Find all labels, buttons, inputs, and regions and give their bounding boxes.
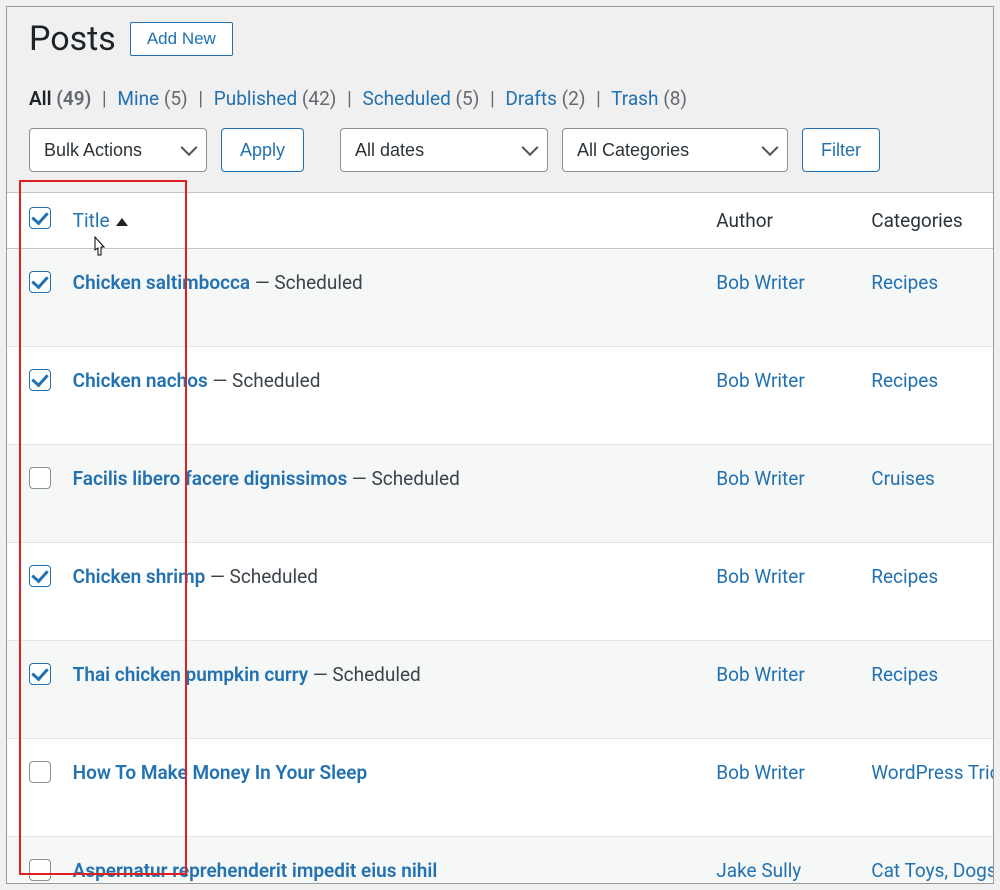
author-link[interactable]: Bob Writer — [716, 565, 805, 588]
post-title-link[interactable]: Chicken saltimbocca — [73, 271, 250, 294]
table-row: Chicken nachos — Scheduled Bob Writer Reci… — [7, 347, 994, 445]
author-link[interactable]: Bob Writer — [716, 663, 805, 686]
category-link[interactable]: Recipes — [871, 565, 938, 588]
post-title-link[interactable]: Chicken nachos — [73, 369, 208, 392]
category-link[interactable]: Cruises — [871, 467, 935, 490]
row-checkbox[interactable] — [29, 663, 51, 685]
filter-drafts[interactable]: Drafts (2) — [505, 87, 585, 110]
category-link[interactable]: Recipes — [871, 369, 938, 392]
post-status: — Scheduled — [208, 369, 321, 392]
table-row: Chicken saltimbocca — Scheduled Bob Write… — [7, 249, 994, 347]
filter-drafts-count: (2) — [562, 87, 586, 110]
select-all-checkbox[interactable] — [29, 207, 51, 229]
row-checkbox[interactable] — [29, 271, 51, 293]
filter-mine[interactable]: Mine (5) — [117, 87, 187, 110]
filter-published-count: (42) — [302, 87, 336, 110]
column-title-label: Title — [73, 209, 110, 232]
filter-all-label: All — [29, 87, 52, 110]
post-status: — Scheduled — [308, 663, 421, 686]
row-checkbox[interactable] — [29, 369, 51, 391]
post-title-link[interactable]: Chicken shrimp — [73, 565, 206, 588]
filter-all[interactable]: All (49) — [29, 87, 91, 110]
filter-scheduled-count: (5) — [456, 87, 480, 110]
filter-scheduled-label: Scheduled — [362, 87, 450, 110]
table-row: Aspernatur reprehenderit impedit eius ni… — [7, 837, 994, 885]
add-new-button[interactable]: Add New — [130, 22, 233, 56]
page-title: Posts — [29, 19, 116, 59]
author-link[interactable]: Bob Writer — [716, 369, 805, 392]
filter-trash-label: Trash — [611, 87, 658, 110]
category-link[interactable]: Recipes — [871, 271, 938, 294]
column-categories[interactable]: Categories — [863, 193, 994, 249]
filter-published[interactable]: Published (42) — [214, 87, 337, 110]
post-title-link[interactable]: How To Make Money In Your Sleep — [73, 761, 368, 784]
filter-published-label: Published — [214, 87, 297, 110]
category-link[interactable]: Cat Toys, Dogs — [871, 859, 994, 882]
filter-all-count: (49) — [56, 87, 91, 110]
filter-trash-count: (8) — [663, 87, 687, 110]
categories-select[interactable]: All Categories — [562, 128, 788, 172]
post-title-link[interactable]: Facilis libero facere dignissimos — [73, 467, 348, 490]
table-row: How To Make Money In Your Sleep Bob Write… — [7, 739, 994, 837]
category-link[interactable]: WordPress Tricks — [871, 761, 994, 784]
post-status: — Scheduled — [250, 271, 363, 294]
author-link[interactable]: Bob Writer — [716, 761, 805, 784]
apply-button[interactable]: Apply — [221, 128, 304, 172]
row-checkbox[interactable] — [29, 467, 51, 489]
table-row: Thai chicken pumpkin curry — Scheduled Bo… — [7, 641, 994, 739]
status-filter-links: All (49) | Mine (5) | Published (42) | S… — [29, 87, 993, 110]
dates-select[interactable]: All dates — [340, 128, 548, 172]
posts-table: Title Author Categories Chicken saltimbo… — [7, 192, 994, 884]
post-title-link[interactable]: Thai chicken pumpkin curry — [73, 663, 308, 686]
sort-asc-icon — [116, 218, 128, 226]
filter-scheduled[interactable]: Scheduled (5) — [362, 87, 479, 110]
table-row: Facilis libero facere dignissimos — Sche… — [7, 445, 994, 543]
filter-mine-label: Mine — [117, 87, 159, 110]
column-title-sort[interactable]: Title — [73, 209, 110, 232]
filter-drafts-label: Drafts — [505, 87, 557, 110]
post-status: — Scheduled — [347, 467, 460, 490]
bulk-actions-select[interactable]: Bulk Actions — [29, 128, 207, 172]
filter-button[interactable]: Filter — [802, 128, 880, 172]
author-link[interactable]: Bob Writer — [716, 271, 805, 294]
filter-trash[interactable]: Trash (8) — [611, 87, 687, 110]
row-checkbox[interactable] — [29, 859, 51, 881]
row-checkbox[interactable] — [29, 761, 51, 783]
category-link[interactable]: Recipes — [871, 663, 938, 686]
row-checkbox[interactable] — [29, 565, 51, 587]
author-link[interactable]: Jake Sully — [716, 859, 801, 882]
filter-mine-count: (5) — [164, 87, 188, 110]
post-title-link[interactable]: Aspernatur reprehenderit impedit eius ni… — [73, 859, 438, 882]
table-row: Chicken shrimp — Scheduled Bob Writer Reci… — [7, 543, 994, 641]
post-status: — Scheduled — [205, 565, 318, 588]
column-author[interactable]: Author — [708, 193, 863, 249]
author-link[interactable]: Bob Writer — [716, 467, 805, 490]
